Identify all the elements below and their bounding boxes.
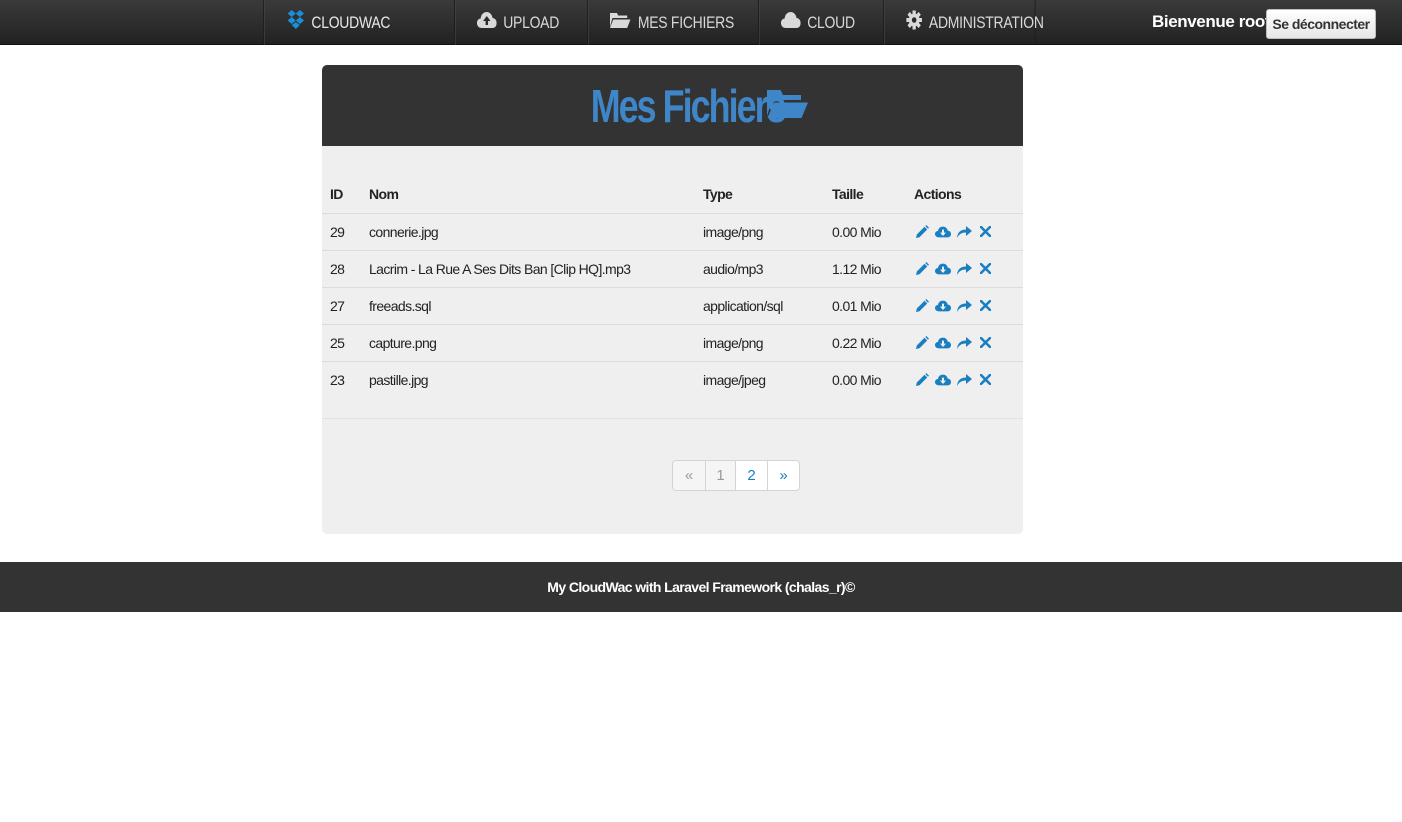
file-type: image/png: [703, 213, 832, 251]
table-row: 28 Lacrim - La Rue A Ses Dits Ban [Clip …: [322, 250, 1023, 288]
nav-item-mes-fichiers-label: MES FICHIERS: [637, 12, 735, 32]
cloud-download-icon[interactable]: [935, 261, 951, 277]
page-header: Mes Fichiers: [322, 65, 1023, 146]
nav-item-administration-label: ADMINISTRATION: [928, 12, 1044, 32]
delete-icon[interactable]: [977, 261, 993, 277]
pagination-page-2[interactable]: 2: [735, 461, 767, 490]
file-id: 29: [322, 213, 369, 251]
nav-item-administration[interactable]: ADMINISTRATION: [883, 0, 1044, 45]
logout-button[interactable]: Se déconnecter: [1266, 9, 1376, 39]
top-navbar: CLOUDWAC UPLOAD MES FICHIERS CLOUD ADMIN…: [0, 0, 1402, 45]
file-type: audio/mp3: [703, 250, 832, 288]
nav-item-cloud[interactable]: CLOUD: [758, 0, 861, 45]
files-table: ID Nom Type Taille Actions 29 connerie.j…: [322, 176, 1023, 398]
pagination-next[interactable]: »: [767, 461, 799, 490]
files-panel: ID Nom Type Taille Actions 29 connerie.j…: [322, 146, 1023, 534]
file-size: 0.00 Mio: [832, 213, 914, 251]
file-name: connerie.jpg: [369, 213, 703, 251]
file-id: 23: [330, 371, 345, 388]
column-header-type: Type: [703, 176, 832, 214]
nav-item-upload-label: UPLOAD: [503, 12, 560, 32]
file-name: Lacrim - La Rue A Ses Dits Ban [Clip HQ]…: [369, 250, 703, 288]
cloud-download-icon[interactable]: [935, 335, 951, 351]
nav-menu: CLOUDWAC UPLOAD MES FICHIERS CLOUD ADMIN…: [263, 0, 1069, 45]
nav-item-upload[interactable]: UPLOAD: [454, 0, 563, 45]
table-row: 23 pastille.jpg image/jpeg 0.00 Mio: [322, 361, 1023, 398]
share-icon[interactable]: [956, 335, 972, 351]
cloud-icon: [780, 11, 801, 34]
file-actions: [914, 324, 1023, 362]
pagination-page-1[interactable]: 1: [705, 461, 735, 490]
cloud-download-icon[interactable]: [935, 224, 951, 240]
footer-text: My CloudWac with Laravel Framework (chal…: [547, 579, 855, 595]
file-actions: [914, 213, 1023, 251]
pencil-icon[interactable]: [914, 372, 930, 388]
nav-brand[interactable]: CLOUDWAC: [263, 0, 420, 45]
file-name: capture.png: [369, 324, 703, 362]
file-actions: [914, 361, 1023, 398]
footer: My CloudWac with Laravel Framework (chal…: [0, 562, 1402, 612]
delete-icon[interactable]: [977, 298, 993, 314]
file-id: 25: [322, 324, 369, 362]
page-title: Mes Fichiers: [590, 79, 787, 132]
cloud-download-icon[interactable]: [935, 298, 951, 314]
file-actions: [914, 287, 1023, 325]
file-id: 28: [322, 250, 369, 288]
table-header-row: ID Nom Type Taille Actions: [322, 176, 1023, 214]
share-icon[interactable]: [956, 298, 972, 314]
file-size: 0.00 Mio: [832, 371, 882, 388]
table-row: 29 connerie.jpg image/png 0.00 Mio: [322, 213, 1023, 251]
pencil-icon[interactable]: [914, 298, 930, 314]
delete-icon[interactable]: [977, 372, 993, 388]
column-header-nom: Nom: [369, 176, 703, 214]
file-type: image/jpeg: [703, 371, 766, 388]
pencil-icon[interactable]: [914, 261, 930, 277]
share-icon[interactable]: [956, 261, 972, 277]
pagination-prev[interactable]: «: [673, 461, 705, 490]
file-actions: [914, 250, 1023, 288]
pencil-icon[interactable]: [914, 335, 930, 351]
welcome-text: Bienvenue root: [1152, 12, 1271, 31]
share-icon[interactable]: [956, 224, 972, 240]
pencil-icon[interactable]: [914, 224, 930, 240]
table-row: 25 capture.png image/png 0.22 Mio: [322, 324, 1023, 362]
cloud-download-icon[interactable]: [935, 372, 951, 388]
file-size: 1.12 Mio: [832, 250, 914, 288]
pagination: « 1 2 »: [672, 460, 800, 491]
nav-item-mes-fichiers[interactable]: MES FICHIERS: [587, 0, 734, 45]
file-type: image/png: [703, 324, 832, 362]
file-size: 0.22 Mio: [832, 324, 914, 362]
cloud-upload-icon: [476, 11, 497, 34]
column-header-actions: Actions: [914, 176, 1023, 214]
divider: [322, 418, 1023, 419]
share-icon[interactable]: [956, 372, 972, 388]
file-type: application/sql: [703, 287, 832, 325]
file-name: freeads.sql: [369, 287, 703, 325]
file-id: 27: [322, 287, 369, 325]
gear-icon: [906, 10, 922, 35]
folder-open-icon: [609, 11, 631, 34]
column-header-id: ID: [322, 176, 369, 214]
nav-brand-label: CLOUDWAC: [311, 12, 391, 32]
delete-icon[interactable]: [977, 335, 993, 351]
delete-icon[interactable]: [977, 224, 993, 240]
nav-item-cloud-label: CLOUD: [807, 12, 855, 32]
file-size: 0.01 Mio: [832, 287, 914, 325]
table-row: 27 freeads.sql application/sql 0.01 Mio: [322, 287, 1023, 325]
column-header-taille: Taille: [832, 176, 914, 214]
dropbox-icon: [287, 10, 305, 35]
file-name: pastille.jpg: [369, 371, 429, 388]
